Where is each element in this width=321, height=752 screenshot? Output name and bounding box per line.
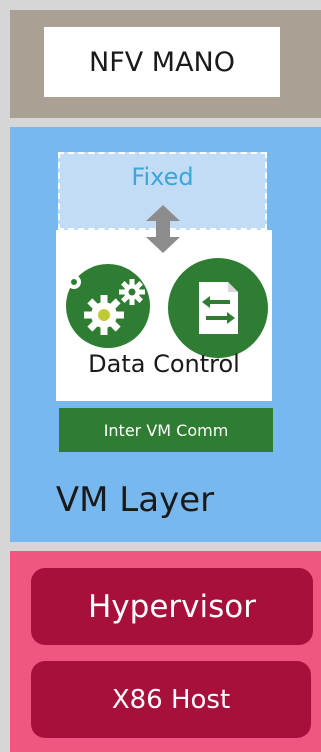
up-down-arrow-icon	[146, 205, 180, 253]
vm-layer-label: VM Layer	[55, 480, 215, 520]
mano-box: NFV MANO	[44, 27, 280, 97]
x86-host-box: X86 Host	[31, 661, 311, 738]
inter-vm-comm-bar: Inter VM Comm	[59, 408, 273, 452]
fixed-label: Fixed	[131, 163, 194, 191]
data-control-label: Data Control	[88, 350, 240, 378]
gears-icon	[66, 264, 150, 348]
transfer-document-icon	[168, 258, 268, 358]
hypervisor-box: Hypervisor	[31, 568, 313, 645]
